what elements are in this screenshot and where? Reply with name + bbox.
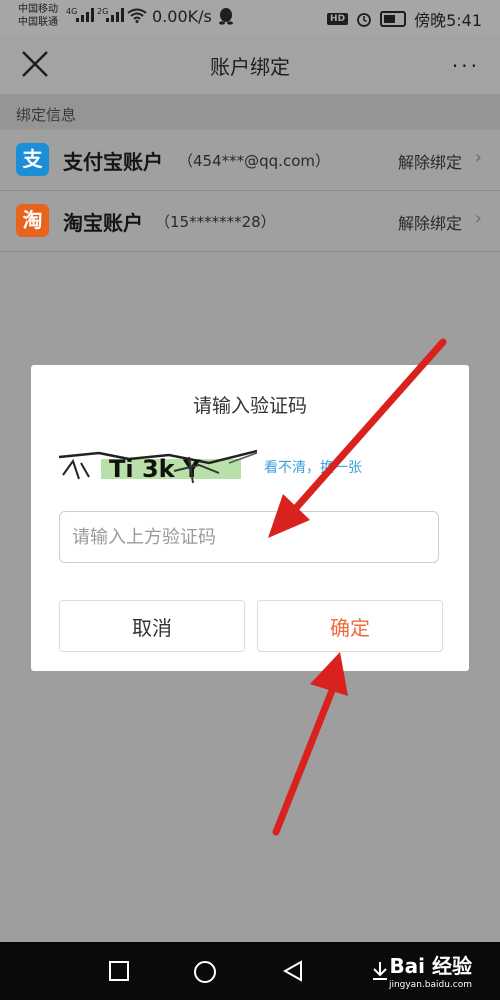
system-nav-bar: Bai 经验 jingyan.baidu.com (0, 942, 500, 1000)
baidu-watermark: Bai 经验 jingyan.baidu.com (389, 950, 472, 990)
captcha-image[interactable]: Ti 3k Y (59, 445, 257, 487)
annotation-arrow-to-confirm (272, 652, 348, 836)
carrier-info: 中国移动 中国联通 (18, 3, 58, 29)
watermark-brand: Bai 经验 (389, 954, 472, 978)
captcha-dialog: 请输入验证码 Ti 3k Y 看不清，换一张 取消 确定 (31, 365, 469, 671)
home-icon[interactable] (193, 960, 217, 984)
unbind-button[interactable]: 解除绑定 (398, 149, 462, 173)
battery-icon (380, 11, 407, 27)
page-title: 账户绑定 (210, 55, 290, 79)
account-detail: （454***@qq.com） (178, 152, 330, 170)
qq-icon (219, 8, 233, 25)
taobao-logo-icon: 淘 (16, 204, 49, 237)
account-row-taobao[interactable]: 淘 淘宝账户 （15*******28） 解除绑定 › (0, 191, 500, 252)
dialog-title: 请输入验证码 (192, 395, 307, 417)
refresh-captcha-link[interactable]: 看不清，换一张 (264, 457, 362, 477)
back-icon[interactable] (282, 960, 304, 982)
account-name: 支付宝账户 (63, 150, 163, 174)
carrier-1: 中国移动 (18, 4, 58, 15)
account-name: 淘宝账户 (63, 211, 143, 235)
net-speed: 0.00K/s (152, 7, 212, 26)
account-detail: （15*******28） (155, 213, 276, 231)
clock: 傍晚5:41 (414, 11, 482, 30)
signal-icon-2 (106, 8, 124, 22)
account-row-alipay[interactable]: 支 支付宝账户 （454***@qq.com） 解除绑定 › (0, 130, 500, 191)
hd-badge: HD (327, 13, 349, 25)
more-menu-icon[interactable]: ··· (452, 54, 480, 78)
carrier-2: 中国联通 (18, 17, 58, 28)
status-bar: 中国移动 中国联通 4G 2G 0.00K/s HD 傍晚5:41 (0, 0, 500, 34)
section-header: 绑定信息 (0, 94, 500, 130)
chevron-right-icon: › (474, 147, 482, 168)
cancel-button[interactable]: 取消 (59, 600, 245, 652)
alarm-icon (357, 13, 371, 27)
watermark-url: jingyan.baidu.com (388, 980, 472, 990)
unbind-button[interactable]: 解除绑定 (398, 210, 462, 234)
download-icon[interactable] (370, 960, 390, 982)
header-bar: 账户绑定 ··· (0, 34, 500, 94)
captcha-text: Ti 3k Y (109, 455, 201, 483)
captcha-input[interactable] (59, 511, 439, 563)
section-label: 绑定信息 (16, 106, 77, 124)
recents-icon[interactable] (108, 960, 130, 982)
wifi-icon (127, 8, 147, 23)
confirm-button[interactable]: 确定 (257, 600, 443, 652)
alipay-logo-icon: 支 (16, 143, 49, 176)
chevron-right-icon: › (474, 208, 482, 229)
signal-icon (76, 8, 94, 22)
